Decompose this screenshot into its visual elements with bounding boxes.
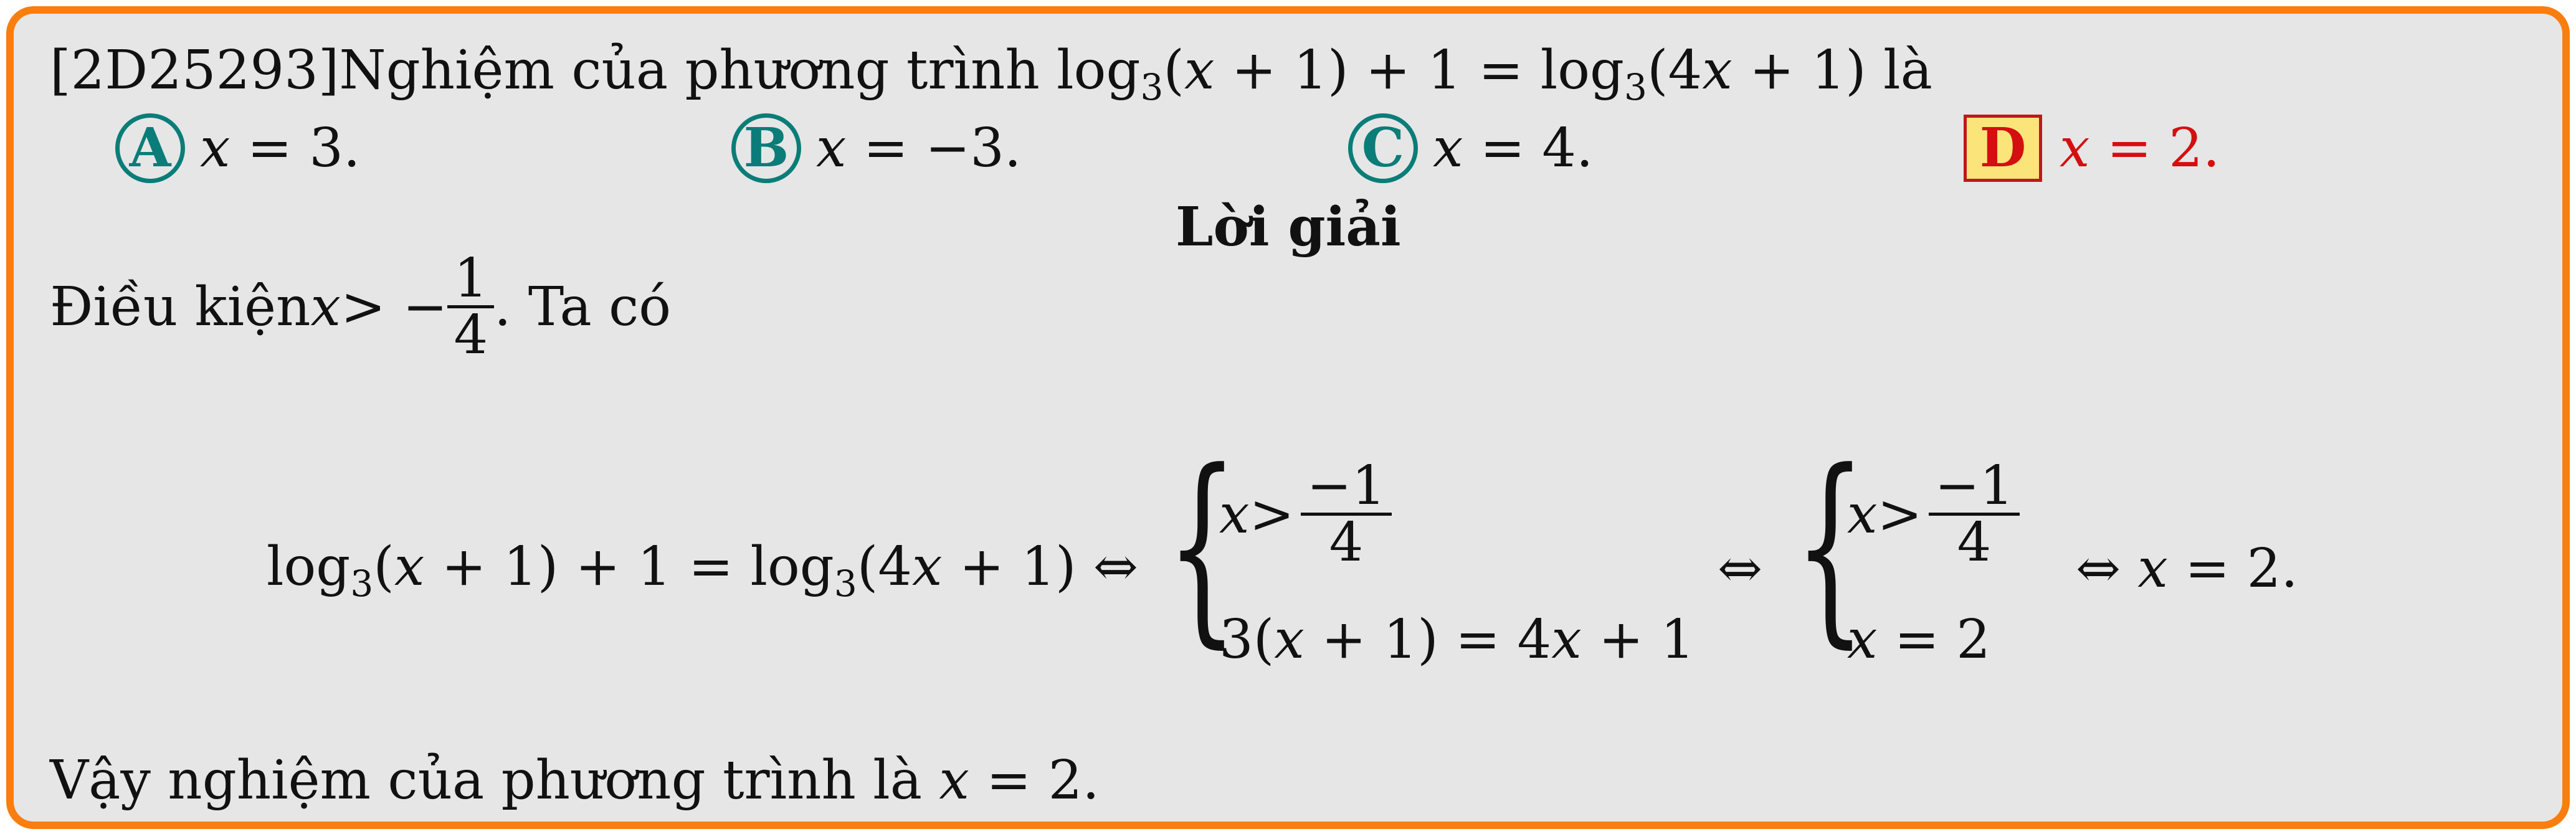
expr-part: + 1) + 1 = log (424, 536, 834, 598)
log-fn: log (267, 536, 351, 598)
question-text: Nghiệm của phương trình (339, 39, 1057, 102)
condition-rel: > − (340, 275, 448, 338)
iff-symbol: ⇔ (1718, 538, 1763, 600)
question-suffix: là (1883, 39, 1932, 102)
var-x: x (1433, 117, 1463, 179)
expr-part: + 1) ⇔ (942, 536, 1138, 598)
conclusion-value: = 2. (969, 749, 1100, 812)
paren: ( (373, 536, 394, 598)
var-x: x (939, 749, 969, 812)
question-line: [2D25293]Nghiệm của phương trình log3(x … (50, 44, 1932, 105)
option-c[interactable]: C x = 4. (1348, 113, 1593, 183)
expr-part: 3( (1219, 609, 1275, 671)
option-a-value: = 3. (230, 117, 361, 179)
expr-part: = 2. (2167, 538, 2298, 600)
expr-part: = 2 (1877, 609, 1990, 671)
option-a[interactable]: A x = 3. (115, 113, 360, 183)
frac-den: 4 (447, 305, 495, 362)
var-x: x (394, 536, 425, 598)
sys-fraction: −1 4 (1300, 455, 1392, 569)
log-base: 3 (350, 562, 374, 605)
option-b[interactable]: B x = −3. (731, 113, 1021, 183)
frac-num: −1 (1934, 455, 2014, 517)
system1-line1: x > −1 4 (1219, 459, 1392, 569)
frac-num: 1 (454, 247, 488, 310)
log-base: 3 (1624, 66, 1647, 108)
condition-fraction: 14 (447, 247, 495, 362)
rel: > (1249, 483, 1295, 546)
option-c-marker: C (1348, 113, 1418, 183)
frac-den: 4 (1928, 513, 2020, 569)
var-x: x (2137, 538, 2168, 600)
system1-line2: 3(x + 1) = 4x + 1 (1219, 613, 1694, 666)
var-x: x (2060, 117, 2090, 179)
frac-num: −1 (1306, 455, 1386, 517)
expr-part: + 1 (1581, 609, 1695, 671)
var-x: x (1847, 609, 1878, 671)
var-x: x (1219, 483, 1250, 546)
option-b-marker: B (731, 113, 801, 183)
option-c-value: = 4. (1463, 117, 1594, 179)
var-x: x (816, 117, 847, 179)
var-x: x (1551, 609, 1582, 671)
condition-prefix: Điều kiện (50, 275, 311, 338)
log-fn: log (1540, 39, 1625, 102)
option-a-marker: A (115, 113, 185, 183)
option-b-value: = −3. (846, 117, 1022, 179)
var-x: x (310, 275, 341, 338)
expr-part: (4 (1647, 39, 1703, 102)
expr-part: + 1) + 1 = (1214, 39, 1541, 102)
system2-line1: x > −1 4 (1847, 459, 2020, 569)
log-base: 3 (1140, 66, 1164, 108)
var-x: x (912, 536, 943, 598)
condition-suffix: . Ta có (494, 275, 672, 338)
iff-symbol: ⇔ (2076, 538, 2138, 600)
conclusion-line: Vậy nghiệm của phương trình là x = 2. (50, 754, 1100, 807)
var-x: x (1847, 483, 1878, 546)
log-fn: log (1057, 39, 1141, 102)
question-card: [2D25293]Nghiệm của phương trình log3(x … (6, 6, 2570, 829)
question-code: [2D25293] (50, 39, 340, 102)
frac-den: 4 (1300, 513, 1392, 569)
var-x: x (1702, 39, 1732, 102)
option-d[interactable]: D x = 2. (1964, 115, 2220, 182)
expr-part: (4 (857, 536, 913, 598)
expr-part: + 1) (1732, 39, 1884, 102)
condition-line: Điều kiện x > −1 4. Ta có (50, 252, 671, 362)
option-d-value: = 2. (2089, 117, 2220, 179)
option-d-marker: D (1964, 115, 2042, 182)
conclusion-prefix: Vậy nghiệm của phương trình là (50, 749, 939, 812)
var-x: x (1184, 39, 1215, 102)
system2-line2: x = 2 (1847, 613, 1990, 666)
expr-part: + 1) = 4 (1304, 609, 1552, 671)
var-x: x (200, 117, 231, 179)
equation-lhs: log3(x + 1) + 1 = log3(4x + 1) ⇔ (267, 540, 1138, 602)
rel: > (1877, 483, 1922, 546)
log-base: 3 (834, 562, 857, 605)
var-x: x (1274, 609, 1305, 671)
final-result: ⇔ x = 2. (2076, 542, 2298, 595)
sys-fraction: −1 4 (1928, 455, 2020, 569)
paren: ( (1163, 39, 1184, 102)
solution-heading: Lời giải (1176, 196, 1401, 258)
